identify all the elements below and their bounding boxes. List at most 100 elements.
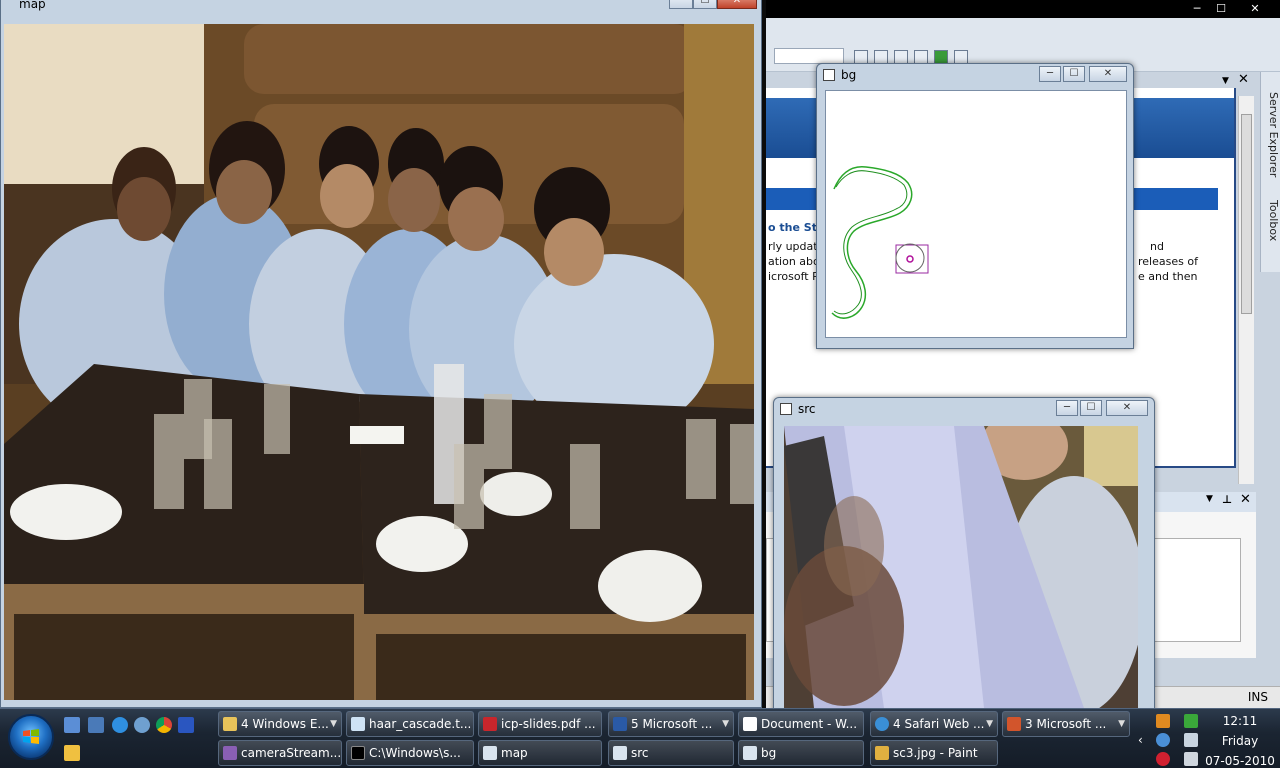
map-window[interactable]: map ─ ☐ ✕ [0,0,762,708]
taskbar-button-safari[interactable]: 4 Safari Web ... ▼ [870,711,998,737]
ide-restore-button[interactable]: ☐ [1210,1,1232,16]
taskbar-button-label: map [501,746,528,760]
doc-dropdown-icon[interactable]: ▼ [1222,76,1229,86]
taskbar-button-label: cameraStream... [241,746,342,760]
run-icon[interactable] [934,50,948,64]
chrome-icon[interactable] [156,717,172,733]
taskbar-button-label: icp-slides.pdf ... [501,717,596,731]
ide-minimize-button[interactable]: ─ [1186,1,1208,16]
show-desktop-icon[interactable] [64,717,80,733]
windows-logo-icon [23,729,39,744]
taskbar-button-label: haar_cascade.t... [369,717,472,731]
window-app-icon [780,403,792,415]
doc-scrollbar[interactable] [1238,96,1254,484]
taskbar-button-bg[interactable]: bg [738,740,864,766]
switch-windows-icon[interactable] [88,717,104,733]
side-tab-strip: Server Explorer Toolbox [1260,72,1280,272]
map-maximize-button[interactable]: ☐ [693,0,717,9]
bg-maximize-button[interactable]: ☐ [1063,66,1085,82]
map-close-button[interactable]: ✕ [717,0,757,9]
chevron-down-icon: ▼ [330,719,337,729]
taskbar-button-powerpoint[interactable]: 3 Microsoft ... ▼ [1002,711,1130,737]
chevron-down-icon: ▼ [722,719,729,729]
window-icon [613,746,627,760]
src-window[interactable]: src ─ ☐ ✕ [773,397,1155,717]
taskbar-button-label: Document - W... [761,717,858,731]
start-page-text: icrosoft P [768,270,819,283]
toolbar-icon[interactable] [914,50,928,64]
taskbar-button-paint[interactable]: sc3.jpg - Paint [870,740,998,766]
taskbar-button-explorer[interactable]: 4 Windows E... ▼ [218,711,342,737]
src-maximize-button[interactable]: ☐ [1080,400,1102,416]
taskbar-button-label: 4 Windows E... [241,717,329,731]
safari-icon [875,717,889,731]
src-minimize-button[interactable]: ─ [1056,400,1078,416]
wordpad-icon [743,717,757,731]
clock-time: 12:11 [1222,714,1258,728]
notepad-icon [351,717,365,731]
messenger-icon[interactable] [178,717,194,733]
battery-icon[interactable] [1184,714,1198,728]
src-close-button[interactable]: ✕ [1106,400,1148,416]
window-icon [483,746,497,760]
start-button[interactable] [8,714,54,760]
toolbar-icon[interactable] [954,50,968,64]
taskbar-button-label: 4 Safari Web ... [893,717,985,731]
bg-window[interactable]: bg ─ ☐ ✕ [816,63,1134,349]
volume-muted-icon[interactable] [1184,752,1198,766]
toolbox-tab[interactable]: Toolbox [1262,200,1280,241]
clock-date: 07-05-2010 [1205,754,1275,768]
pane-pin-icon[interactable]: ⊥ [1222,493,1232,506]
bg-minimize-button[interactable]: ─ [1039,66,1061,82]
server-explorer-tab[interactable]: Server Explorer [1262,92,1280,177]
network-status-icon[interactable] [1156,733,1170,747]
taskbar-button-label: 5 Microsoft ... [631,717,713,731]
taskbar-button-src[interactable]: src [608,740,734,766]
start-page-text: e and then [1138,270,1198,283]
detection-center [906,255,914,263]
taskbar-button-notepad[interactable]: haar_cascade.t... [346,711,474,737]
paint-icon [875,746,889,760]
bg-close-button[interactable]: ✕ [1089,66,1127,82]
vs-icon [223,746,237,760]
start-page-text: ation abo [768,255,820,268]
pane-close-icon[interactable]: ✕ [1240,492,1251,507]
folder-shortcut-icon[interactable] [64,745,80,761]
ide-close-button[interactable]: ✕ [1244,1,1266,16]
tray-app-icon[interactable] [1156,714,1170,728]
window-icon [743,746,757,760]
start-page-text: rly updat [768,240,818,253]
taskbar-button-cmd[interactable]: C:\Windows\s... [346,740,474,766]
map-minimize-button[interactable]: ─ [669,0,693,9]
map-window-title: map [19,0,46,11]
folder-icon [223,717,237,731]
group-photo-image [4,24,754,700]
bg-window-title: bg [841,68,857,82]
start-page-text: nd [1150,240,1164,253]
pdf-icon [483,717,497,731]
toolbar-icon[interactable] [874,50,888,64]
show-hidden-icons-icon[interactable]: ‹ [1138,733,1152,747]
internet-explorer-icon[interactable] [112,717,128,733]
taskbar-button-map[interactable]: map [478,740,602,766]
toolbar-combo[interactable] [774,48,844,64]
taskbar-button-label: bg [761,746,777,760]
bg-tracking-canvas [825,90,1127,338]
taskbar-button-pdf[interactable]: icp-slides.pdf ... [478,711,602,737]
doc-close-icon[interactable]: ✕ [1238,72,1249,87]
taskbar-button-wordpad[interactable]: Document - W... [738,711,864,737]
action-center-icon[interactable] [1184,733,1198,747]
chevron-down-icon: ▼ [986,719,993,729]
pane-dropdown-icon[interactable]: ▼ [1206,494,1213,504]
browser-icon[interactable] [134,717,150,733]
taskbar-button-label: 3 Microsoft ... [1025,717,1107,731]
antivirus-icon[interactable] [1156,752,1170,766]
toolbar-icon[interactable] [894,50,908,64]
cmd-icon [351,746,365,760]
clock[interactable]: 12:11 Friday 07-05-2010 [1200,711,1280,768]
powerpoint-icon [1007,717,1021,731]
toolbar-icon[interactable] [854,50,868,64]
taskbar-button-camerastream[interactable]: cameraStream... [218,740,342,766]
taskbar-button-word[interactable]: 5 Microsoft ... ▼ [608,711,734,737]
scrollbar-thumb[interactable] [1241,114,1252,314]
